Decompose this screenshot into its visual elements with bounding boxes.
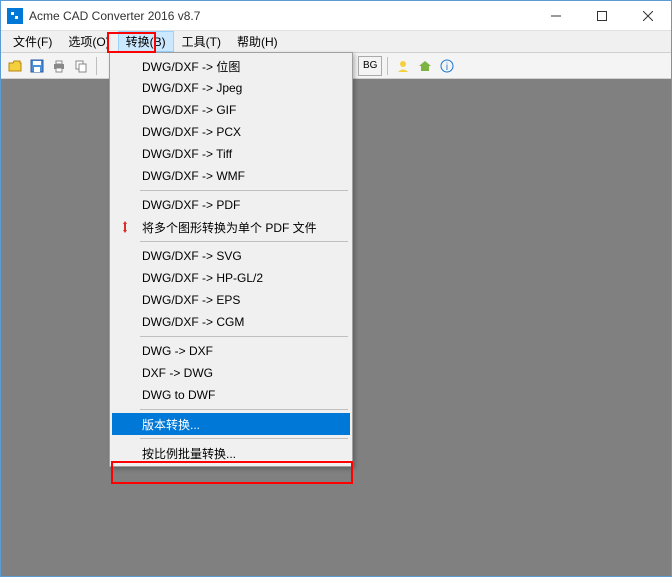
dd-version-convert[interactable]: 版本转换... [112,413,350,435]
dropdown-item-label: DXF -> DWG [142,366,213,380]
titlebar: Acme CAD Converter 2016 v8.7 [1,1,671,31]
print-icon[interactable] [49,56,69,76]
home-icon[interactable] [415,56,435,76]
dropdown-item-label: DWG/DXF -> 位图 [142,58,240,75]
minimize-button[interactable] [533,1,579,31]
dropdown-separator [140,409,348,410]
dd-dwg-hpgl[interactable]: DWG/DXF -> HP-GL/2 [112,267,350,289]
close-button[interactable] [625,1,671,31]
maximize-button[interactable] [579,1,625,31]
app-icon [7,8,23,24]
info-icon[interactable]: i [437,56,457,76]
open-icon[interactable] [5,56,25,76]
convert-dropdown: DWG/DXF -> 位图 DWG/DXF -> Jpeg DWG/DXF ->… [109,52,353,467]
window-title: Acme CAD Converter 2016 v8.7 [29,9,533,23]
dropdown-item-label: DWG -> DXF [142,344,213,358]
bg-button[interactable]: BG [358,56,382,76]
dropdown-item-label: DWG to DWF [142,388,215,402]
toolbar-separator [387,57,388,75]
dropdown-item-label: DWG/DXF -> WMF [142,169,245,183]
dd-dwg-wmf[interactable]: DWG/DXF -> WMF [112,165,350,187]
dropdown-item-label: DWG/DXF -> GIF [142,103,236,117]
pdf-merge-icon [116,218,134,236]
dropdown-item-label: 版本转换... [142,416,200,433]
dropdown-item-label: DWG/DXF -> PDF [142,198,240,212]
dd-dwg-cgm[interactable]: DWG/DXF -> CGM [112,311,350,333]
dropdown-item-label: 将多个图形转换为单个 PDF 文件 [142,219,317,236]
dd-dwg-pcx[interactable]: DWG/DXF -> PCX [112,121,350,143]
dropdown-item-label: DWG/DXF -> PCX [142,125,241,139]
svg-text:i: i [446,62,448,73]
dd-dwg-gif[interactable]: DWG/DXF -> GIF [112,99,350,121]
menubar: 文件(F) 选项(O) 转换(B) 工具(T) 帮助(H) [1,31,671,53]
dd-dwg-eps[interactable]: DWG/DXF -> EPS [112,289,350,311]
dd-dwg-bitmap[interactable]: DWG/DXF -> 位图 [112,55,350,77]
window-controls [533,1,671,31]
menu-convert[interactable]: 转换(B) [118,31,174,52]
dd-dwg-tiff[interactable]: DWG/DXF -> Tiff [112,143,350,165]
save-icon[interactable] [27,56,47,76]
copy-icon[interactable] [71,56,91,76]
dropdown-item-label: DWG/DXF -> HP-GL/2 [142,271,263,285]
dd-dxf-dwg[interactable]: DXF -> DWG [112,362,350,384]
dropdown-item-label: DWG/DXF -> Jpeg [142,81,242,95]
dropdown-separator [140,190,348,191]
dd-merge-pdf[interactable]: 将多个图形转换为单个 PDF 文件 [112,216,350,238]
dropdown-item-label: DWG/DXF -> SVG [142,249,242,263]
toolbar-separator [96,57,97,75]
dropdown-item-label: DWG/DXF -> EPS [142,293,240,307]
dd-dwg-dwf[interactable]: DWG to DWF [112,384,350,406]
dd-batch-convert[interactable]: 按比例批量转换... [112,442,350,464]
dd-dwg-svg[interactable]: DWG/DXF -> SVG [112,245,350,267]
menu-help[interactable]: 帮助(H) [229,31,286,52]
dd-dwg-pdf[interactable]: DWG/DXF -> PDF [112,194,350,216]
dd-dwg-jpeg[interactable]: DWG/DXF -> Jpeg [112,77,350,99]
dropdown-item-label: DWG/DXF -> Tiff [142,147,232,161]
dropdown-separator [140,241,348,242]
user-icon[interactable] [393,56,413,76]
dropdown-separator [140,336,348,337]
menu-options[interactable]: 选项(O) [60,31,117,52]
dd-dwg-dxf[interactable]: DWG -> DXF [112,340,350,362]
menu-tools[interactable]: 工具(T) [174,31,229,52]
dropdown-item-label: DWG/DXF -> CGM [142,315,244,329]
dropdown-separator [140,438,348,439]
dropdown-item-label: 按比例批量转换... [142,445,236,462]
menu-file[interactable]: 文件(F) [5,31,60,52]
